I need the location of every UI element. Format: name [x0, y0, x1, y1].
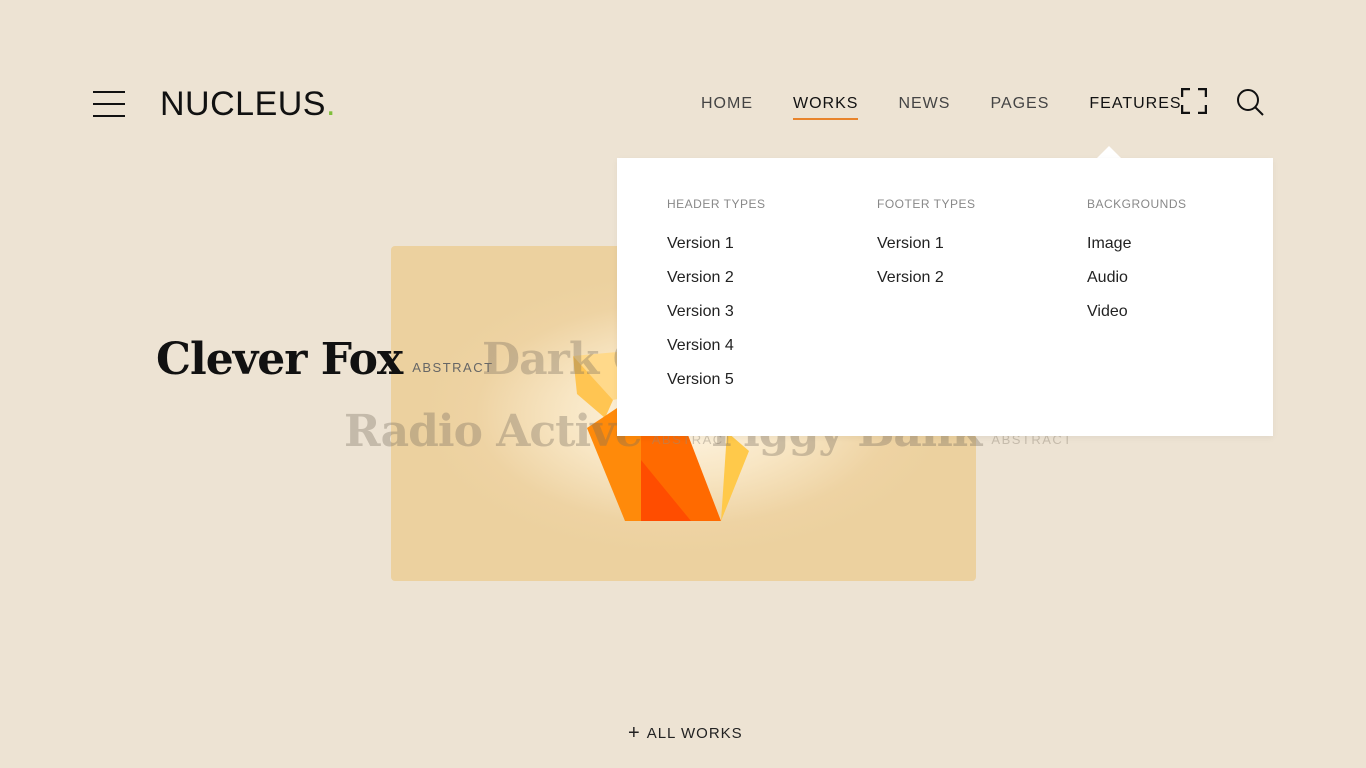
all-works-link[interactable]: + ALL WORKS — [628, 722, 743, 744]
nav-item-pages[interactable]: PAGES — [990, 94, 1049, 114]
page: NUCLEUS. HOME WORKS NEWS PAGES FEATURES … — [0, 0, 1366, 768]
dropdown-arrow — [1097, 146, 1121, 158]
dropdown-link[interactable]: Version 2 — [667, 268, 765, 288]
nav-item-home[interactable]: HOME — [701, 94, 753, 114]
fullscreen-icon[interactable] — [1181, 88, 1207, 114]
all-works-label: ALL WORKS — [646, 725, 743, 742]
nav-item-works[interactable]: WORKS — [793, 94, 859, 120]
dropdown-column-backgrounds: BACKGROUNDS Image Audio Video — [1087, 196, 1187, 336]
dropdown-link[interactable]: Version 1 — [877, 234, 975, 254]
dropdown-link[interactable]: Audio — [1087, 268, 1187, 288]
dropdown-column-footer-types: FOOTER TYPES Version 1 Version 2 — [877, 196, 975, 302]
dropdown-heading: HEADER TYPES — [667, 197, 766, 211]
dropdown-link[interactable]: Video — [1087, 302, 1187, 322]
work-title: Clever Fox — [156, 334, 403, 385]
dropdown-link[interactable]: Version 2 — [877, 268, 975, 288]
dropdown-link[interactable]: Version 3 — [667, 302, 765, 322]
logo[interactable]: NUCLEUS. — [160, 84, 336, 124]
main-nav: HOME WORKS NEWS PAGES FEATURES — [701, 94, 1182, 120]
nav-item-news[interactable]: NEWS — [898, 94, 950, 114]
dropdown-link[interactable]: Version 5 — [667, 370, 765, 390]
dropdown-link[interactable]: Image — [1087, 234, 1187, 254]
search-icon[interactable] — [1236, 88, 1264, 116]
features-dropdown: HEADER TYPES Version 1 Version 2 Version… — [617, 158, 1273, 436]
plus-icon: + — [628, 722, 641, 744]
work-item-clever-fox[interactable]: Clever Fox ABSTRACT — [156, 334, 494, 385]
menu-icon[interactable] — [93, 91, 125, 117]
logo-text: NUCLEUS — [160, 85, 326, 123]
dropdown-heading: BACKGROUNDS — [1087, 197, 1187, 211]
dropdown-heading: FOOTER TYPES — [877, 197, 976, 211]
dropdown-link[interactable]: Version 1 — [667, 234, 765, 254]
dropdown-link[interactable]: Version 4 — [667, 336, 765, 356]
nav-item-features[interactable]: FEATURES — [1089, 94, 1181, 114]
work-title: Radio Active — [344, 406, 643, 457]
dropdown-column-header-types: HEADER TYPES Version 1 Version 2 Version… — [667, 196, 765, 404]
logo-dot: . — [325, 85, 336, 123]
